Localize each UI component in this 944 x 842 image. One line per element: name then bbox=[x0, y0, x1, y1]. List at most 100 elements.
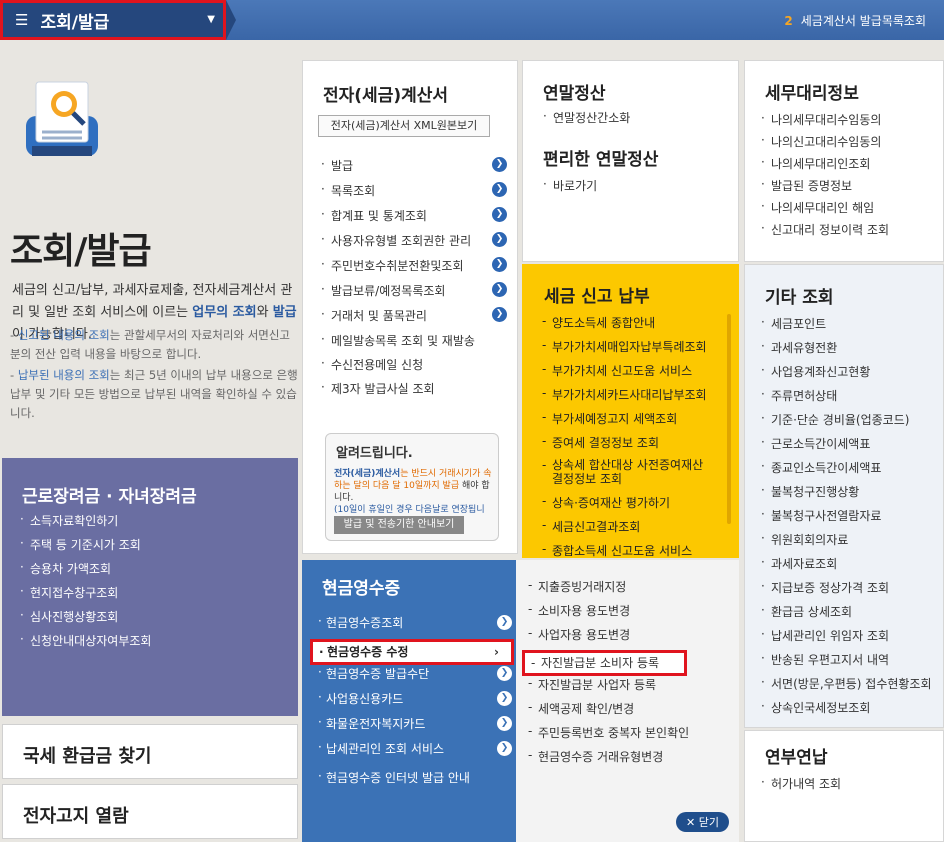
list-item[interactable]: 승용차 가액조회 bbox=[18, 560, 151, 584]
menu-dropdown-button[interactable]: ☰ 조회/발급 ▼ bbox=[0, 0, 226, 40]
arrow-right-icon: ❯ bbox=[492, 157, 507, 172]
electronic-notice-button[interactable]: 전자고지 열람 bbox=[2, 784, 298, 839]
list-item[interactable]: 바로가기 bbox=[541, 177, 597, 194]
list-item[interactable]: 세금포인트 bbox=[759, 315, 932, 339]
list-item[interactable]: 사용자유형별 조회권한 관리❯ bbox=[319, 232, 515, 257]
list-item[interactable]: 나의신고대리수임동의 bbox=[759, 133, 889, 155]
list-item[interactable]: 증여세 결정정보 조회 bbox=[540, 434, 707, 458]
list-item[interactable]: 현금영수증 인터넷 발급 안내 bbox=[318, 769, 508, 794]
list-item[interactable]: 수신전용메일 신청 bbox=[319, 356, 515, 380]
list-item[interactable]: 주류면허상태 bbox=[759, 387, 932, 411]
list-item[interactable]: 제3자 발급사실 조회 bbox=[319, 380, 515, 404]
list-item[interactable]: 거래처 및 품목관리❯ bbox=[319, 307, 515, 332]
submenu-item[interactable]: 사업자용 용도변경 bbox=[528, 626, 689, 650]
list-item[interactable]: 합계표 및 통계조회❯ bbox=[319, 207, 515, 232]
list-item[interactable]: 납세관리인 위임자 조회 bbox=[759, 627, 932, 651]
list-item[interactable]: 양도소득세 종합안내 bbox=[540, 314, 707, 338]
list-item[interactable]: 종합소득세 신고도움 서비스 bbox=[540, 542, 707, 558]
worker-incentive-panel: 근로장려금 · 자녀장려금 소득자료확인하기 주택 등 기준시가 조회 승용차 … bbox=[2, 458, 298, 716]
list-item[interactable]: 발급보류/예정목록조회❯ bbox=[319, 282, 515, 307]
selected-list-item[interactable]: 현금영수증 수정› bbox=[310, 639, 514, 665]
arrow-right-icon: ❯ bbox=[492, 207, 507, 222]
list-item[interactable]: 반송된 우편고지서 내역 bbox=[759, 651, 932, 675]
selected-submenu-item[interactable]: 자진발급분 소비자 등록 bbox=[522, 650, 687, 676]
list-item[interactable]: 과세유형전환 bbox=[759, 339, 932, 363]
menu-arrow-tip bbox=[226, 0, 236, 40]
hero-title: 조회/발급 bbox=[10, 231, 152, 272]
list-item[interactable]: 발급❯ bbox=[319, 157, 515, 182]
list-item[interactable]: 나의세무대리인 해임 bbox=[759, 199, 889, 221]
cash-receipt-submenu: 지출증빙거래지정 소비자용 용도변경 사업자용 용도변경 자진발급분 소비자 등… bbox=[516, 560, 739, 842]
list-item[interactable]: 심사진행상황조회 bbox=[18, 608, 151, 632]
panel-title: 세무대리정보 bbox=[765, 84, 859, 104]
breadcrumb[interactable]: 2 세금계산서 발급목록조회 bbox=[784, 12, 926, 29]
list-item[interactable]: 상속세 합산대상 사전증여재산결정정보 조회 bbox=[540, 458, 707, 494]
list-item[interactable]: 상속·증여재산 평가하기 bbox=[540, 494, 707, 518]
list-item[interactable]: 상속인국세정보조회 bbox=[759, 699, 932, 723]
hamburger-icon: ☰ bbox=[15, 11, 29, 29]
chevron-right-icon: › bbox=[494, 645, 499, 659]
hero-section: 조회/발급 세금의 신고/납부, 과세자료제출, 전자세금계산서 관리 및 일반… bbox=[0, 42, 300, 454]
list-item[interactable]: 주택 등 기준시가 조회 bbox=[18, 536, 151, 560]
top-bar: ☰ 조회/발급 ▼ 2 세금계산서 발급목록조회 bbox=[0, 0, 944, 40]
list-item[interactable]: 화물운전자복지카드❯ bbox=[318, 715, 512, 740]
arrow-right-icon: ❯ bbox=[497, 691, 512, 706]
list-item[interactable]: 근로소득간이세액표 bbox=[759, 435, 932, 459]
list-item[interactable]: 환급금 상세조회 bbox=[759, 603, 932, 627]
submenu-list: 지출증빙거래지정 소비자용 용도변경 사업자용 용도변경 자진발급분 소비자 등… bbox=[522, 578, 689, 772]
list-item[interactable]: 메일발송목록 조회 및 재발송 bbox=[319, 332, 515, 356]
tax-agent-list: 나의세무대리수임동의 나의신고대리수임동의 나의세무대리인조회 발급된 증명정보… bbox=[759, 111, 889, 243]
list-item[interactable]: 나의세무대리수임동의 bbox=[759, 111, 889, 133]
close-button[interactable]: ✕ 닫기 bbox=[676, 812, 729, 832]
yearend-list-2: 바로가기 bbox=[541, 177, 597, 194]
submenu-item[interactable]: 자진발급분 사업자 등록 bbox=[528, 676, 689, 700]
list-item[interactable]: 기준·단순 경비율(업종코드) bbox=[759, 411, 932, 435]
list-item[interactable]: 신고대리 정보이력 조회 bbox=[759, 221, 889, 243]
submenu-item[interactable]: 주민등록번호 중복자 본인확인 bbox=[528, 724, 689, 748]
list-item[interactable]: 나의세무대리인조회 bbox=[759, 155, 889, 177]
list-item[interactable]: 현지접수창구조회 bbox=[18, 584, 151, 608]
list-item[interactable]: 목록조회❯ bbox=[319, 182, 515, 207]
list-item[interactable]: 세금신고결과조회 bbox=[540, 518, 707, 542]
scrollbar[interactable] bbox=[727, 314, 731, 524]
list-item[interactable]: 부가가치세매입자납부특례조회 bbox=[540, 338, 707, 362]
arrow-right-icon: ❯ bbox=[497, 615, 512, 630]
other-inquiry-panel: 기타 조회 세금포인트 과세유형전환 사업용계좌신고현황 주류면허상태 기준·단… bbox=[744, 264, 944, 728]
list-item[interactable]: 종교인소득간이세액표 bbox=[759, 459, 932, 483]
breadcrumb-text: 세금계산서 발급목록조회 bbox=[800, 14, 926, 28]
arrow-right-icon: ❯ bbox=[492, 232, 507, 247]
list-item[interactable]: 신청안내대상자여부조회 bbox=[18, 632, 151, 656]
submenu-item[interactable]: 현금영수증 거래유형변경 bbox=[528, 748, 689, 772]
panel-title: 근로장려금 · 자녀장려금 bbox=[22, 487, 197, 507]
list-item[interactable]: 사업용계좌신고현황 bbox=[759, 363, 932, 387]
list-item[interactable]: 납세관리인 조회 서비스❯ bbox=[318, 740, 512, 765]
list-item[interactable]: 현금영수증 발급수단❯ bbox=[318, 665, 512, 690]
list-item[interactable]: 위원회회의자료 bbox=[759, 531, 932, 555]
tax-agent-panel: 세무대리정보 나의세무대리수임동의 나의신고대리수임동의 나의세무대리인조회 발… bbox=[744, 60, 944, 262]
breadcrumb-step: 2 bbox=[784, 14, 793, 28]
xml-view-button[interactable]: 전자(세금)계산서 XML원본보기 bbox=[318, 115, 490, 137]
hero-note-payment: - 납부된 내용의 조회는 최근 5년 이내의 납부 내용으로 은행 납부 및 … bbox=[10, 368, 298, 420]
list-item[interactable]: 불복청구사전열람자료 bbox=[759, 507, 932, 531]
list-item[interactable]: 부가세예정고지 세액조회 bbox=[540, 410, 707, 434]
panel-title: 세금 신고 납부 bbox=[544, 287, 650, 307]
refund-search-button[interactable]: 국세 환급금 찾기 bbox=[2, 724, 298, 779]
list-item[interactable]: 사업용신용카드❯ bbox=[318, 690, 512, 715]
list-item[interactable]: 과세자료조회 bbox=[759, 555, 932, 579]
list-item[interactable]: 연말정산간소화 bbox=[541, 109, 630, 126]
list-item[interactable]: 소득자료확인하기 bbox=[18, 512, 151, 536]
notice-deadline-button[interactable]: 발급 및 전송기한 안내보기 bbox=[334, 516, 464, 534]
notice-title: 알려드립니다. bbox=[336, 446, 413, 461]
list-item[interactable]: 지급보증 정상가격 조회 bbox=[759, 579, 932, 603]
list-item[interactable]: 부가가치세카드사대리납부조회 bbox=[540, 386, 707, 410]
list-item[interactable]: 허가내역 조회 bbox=[759, 775, 841, 792]
list-item[interactable]: 부가가치세 신고도움 서비스 bbox=[540, 362, 707, 386]
submenu-item[interactable]: 소비자용 용도변경 bbox=[528, 602, 689, 626]
list-item[interactable]: 서면(방문,우편등) 접수현황조회 bbox=[759, 675, 932, 699]
list-item[interactable]: 주민번호수취분전환및조회❯ bbox=[319, 257, 515, 282]
list-item[interactable]: 현금영수증조회❯ bbox=[318, 614, 512, 639]
list-item[interactable]: 발급된 증명정보 bbox=[759, 177, 889, 199]
list-item[interactable]: 불복청구진행상황 bbox=[759, 483, 932, 507]
submenu-item[interactable]: 세액공제 확인/변경 bbox=[528, 700, 689, 724]
submenu-item[interactable]: 지출증빙거래지정 bbox=[528, 578, 689, 602]
